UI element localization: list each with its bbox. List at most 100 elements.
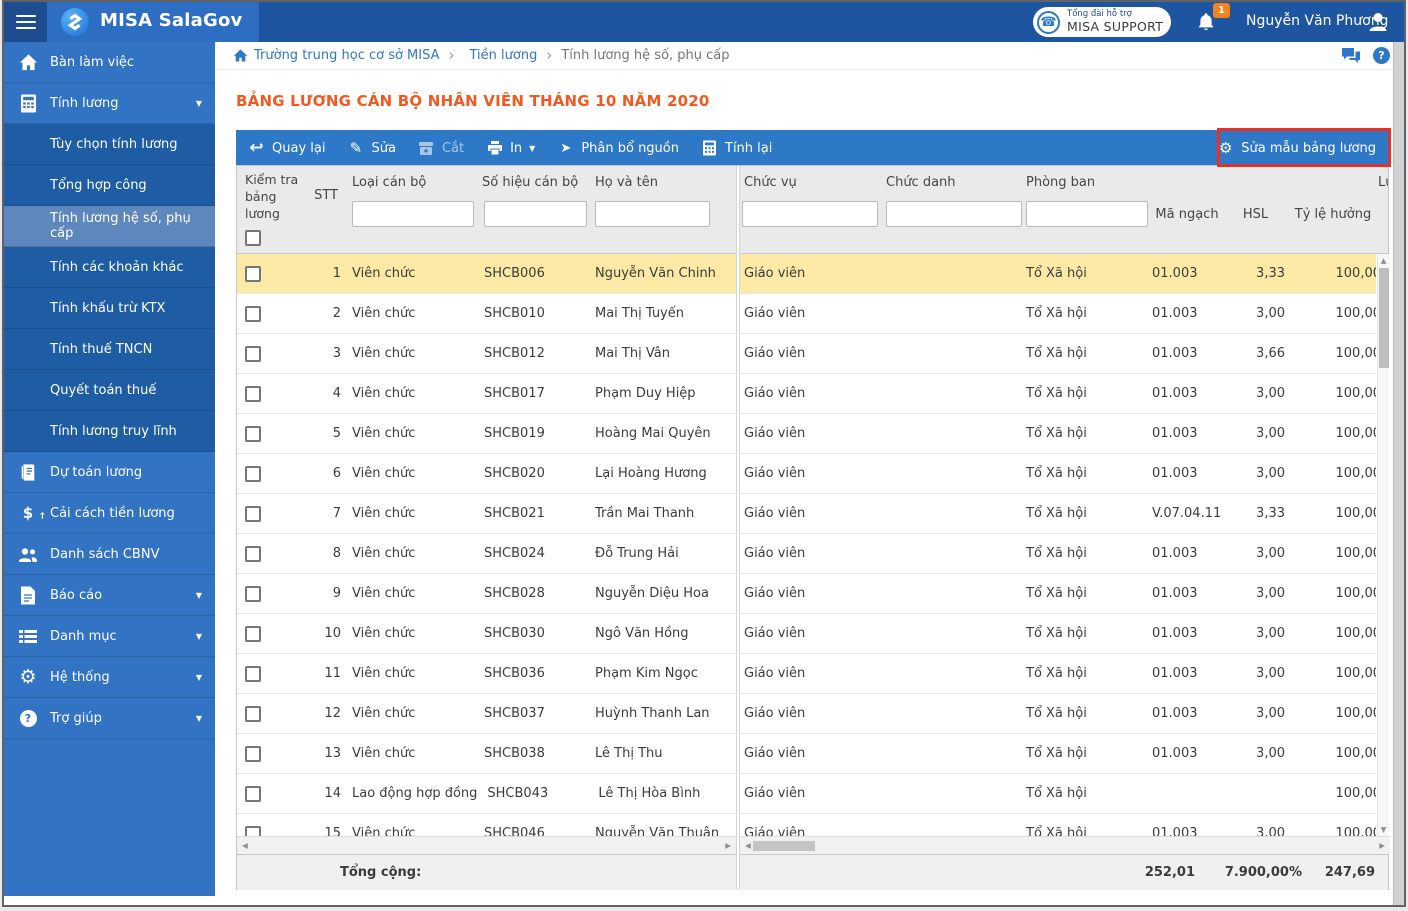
row-checkbox[interactable] xyxy=(245,626,261,642)
sidebar-item-categories[interactable]: Danh mục ▼ xyxy=(4,616,215,657)
sidebar-item-coefficient-allowance-salary[interactable]: Tính lương hệ số, phụ cấp xyxy=(4,206,215,247)
table-row[interactable]: 9Viên chứcSHCB028Nguyễn Diệu Hoa xyxy=(237,574,736,614)
scroll-down-icon[interactable]: ▼ xyxy=(1378,826,1389,834)
edit-salary-template-button[interactable]: ⚙ Sửa mẫu bảng lương xyxy=(1217,130,1376,166)
table-row-right[interactable]: Giáo viênTổ Xã hội01.0033,00100,00 xyxy=(740,734,1376,774)
cell-position: Giáo viên xyxy=(740,266,882,281)
vertical-scrollbar[interactable]: ▲ ▼ xyxy=(1377,254,1389,836)
table-row-right[interactable]: Giáo viênTổ Xã hội01.0033,00100,00 xyxy=(740,454,1376,494)
table-row-right[interactable]: Giáo viênTổ Xã hội01.0033,00100,00 xyxy=(740,694,1376,734)
table-row-right[interactable]: Giáo viênTổ Xã hội01.0033,00100,00 xyxy=(740,614,1376,654)
table-row-right[interactable]: Giáo viênTổ Xã hội01.0033,00100,00 xyxy=(740,574,1376,614)
sidebar-item-staff-list[interactable]: Danh sách CBNV xyxy=(4,534,215,575)
vertical-scrollbar-thumb[interactable] xyxy=(1379,268,1389,368)
avatar-icon xyxy=(1366,10,1390,34)
row-checkbox[interactable] xyxy=(245,666,261,682)
horizontal-scrollbar-left[interactable]: ◀ ▶ xyxy=(237,836,736,854)
table-row-right[interactable]: Giáo viênTổ Xã hội01.0033,00100,00 xyxy=(740,414,1376,454)
table-row[interactable]: 14Lao động hợp đồngSHCB043Lê Thị Hòa Bìn… xyxy=(237,774,736,814)
sidebar-item-attendance-summary[interactable]: Tổng hợp công xyxy=(4,165,215,206)
sidebar-item-ktx-deduction[interactable]: Tính khấu trừ KTX xyxy=(4,288,215,329)
row-checkbox[interactable] xyxy=(245,826,261,837)
row-checkbox[interactable] xyxy=(245,786,261,802)
row-checkbox[interactable] xyxy=(245,426,261,442)
scroll-left-icon[interactable]: ◀ xyxy=(242,842,248,850)
back-button[interactable]: ↩ Quay lại xyxy=(248,138,325,158)
table-row[interactable]: 13Viên chứcSHCB038Lê Thị Thu xyxy=(237,734,736,774)
table-row-right[interactable]: Giáo viênTổ Xã hộiV.07.04.113,33100,00 xyxy=(740,494,1376,534)
edit-button[interactable]: ✎ Sửa xyxy=(347,139,395,157)
sidebar-item-workspace[interactable]: Bàn làm việc xyxy=(4,42,215,83)
row-checkbox[interactable] xyxy=(245,586,261,602)
row-checkbox[interactable] xyxy=(245,506,261,522)
table-row-right[interactable]: Giáo viênTổ Xã hội01.0033,00100,00 xyxy=(740,654,1376,694)
sidebar-item-payroll-options[interactable]: Tùy chọn tính lương xyxy=(4,124,215,165)
breadcrumb-home-icon[interactable] xyxy=(233,48,248,63)
scroll-left-icon[interactable]: ◀ xyxy=(745,842,751,850)
user-avatar[interactable] xyxy=(1366,10,1390,34)
scroll-right-icon[interactable]: ▶ xyxy=(725,842,731,850)
breadcrumb-section[interactable]: Tiền lương xyxy=(470,48,538,63)
table-row[interactable]: 7Viên chứcSHCB021Trần Mai Thanh xyxy=(237,494,736,534)
hamburger-menu-button[interactable] xyxy=(4,2,47,42)
breadcrumb-root[interactable]: Trường trung học cơ sở MISA xyxy=(254,48,440,63)
horizontal-scrollbar-right[interactable]: ◀ ▶ xyxy=(740,836,1390,854)
scroll-up-icon[interactable]: ▲ xyxy=(1378,257,1389,265)
misa-support-button[interactable]: ☎ Tổng đài hỗ trợ MISA SUPPORT xyxy=(1033,7,1171,37)
cut-button[interactable]: Cắt xyxy=(418,141,464,156)
table-row[interactable]: 10Viên chứcSHCB030Ngô Văn Hồng xyxy=(237,614,736,654)
sidebar-item-payroll[interactable]: Tính lương ▼ xyxy=(4,83,215,124)
table-row-right[interactable]: Giáo viênTổ Xã hội01.0033,00100,00 xyxy=(740,294,1376,334)
row-checkbox[interactable] xyxy=(245,706,261,722)
sidebar-item-help[interactable]: ? Trợ giúp ▼ xyxy=(4,698,215,739)
table-row[interactable]: 2Viên chứcSHCB010Mai Thị Tuyến xyxy=(237,294,736,334)
row-checkbox[interactable] xyxy=(245,386,261,402)
sidebar-item-other-amounts[interactable]: Tính các khoản khác xyxy=(4,247,215,288)
sidebar-item-system[interactable]: ⚙ Hệ thống ▼ xyxy=(4,657,215,698)
table-row[interactable]: 6Viên chứcSHCB020Lại Hoàng Hương xyxy=(237,454,736,494)
table-row[interactable]: 8Viên chứcSHCB024Đỗ Trung Hải xyxy=(237,534,736,574)
select-all-checkbox[interactable] xyxy=(245,230,261,246)
table-row[interactable]: 1Viên chứcSHCB006Nguyễn Văn Chinh xyxy=(237,254,736,294)
sidebar-item-back-pay[interactable]: Tính lương truy lĩnh xyxy=(4,411,215,452)
table-row[interactable]: 15Viên chứcSHCB046Nguyễn Văn Thuận xyxy=(237,814,736,836)
table-row-right[interactable]: Giáo viênTổ Xã hội01.0033,66100,00 xyxy=(740,334,1376,374)
table-row[interactable]: 4Viên chứcSHCB017Phạm Duy Hiệp xyxy=(237,374,736,414)
table-row[interactable]: 12Viên chứcSHCB037Huỳnh Thanh Lan xyxy=(237,694,736,734)
filter-staff-type-input[interactable] xyxy=(352,201,474,227)
sidebar-item-salary-budget[interactable]: Dự toán lương xyxy=(4,452,215,493)
filter-staff-id-input[interactable] xyxy=(484,201,587,227)
print-button[interactable]: In ▼ xyxy=(486,141,535,156)
help-icon[interactable]: ? xyxy=(1373,47,1390,64)
row-checkbox[interactable] xyxy=(245,746,261,762)
row-checkbox[interactable] xyxy=(245,266,261,282)
table-row-right[interactable]: Giáo viênTổ Xã hội01.0033,00100,00 xyxy=(740,814,1376,836)
row-checkbox[interactable] xyxy=(245,546,261,562)
filter-position-input[interactable] xyxy=(742,201,878,227)
table-row-right[interactable]: Giáo viênTổ Xã hội01.0033,33100,00 xyxy=(740,254,1376,294)
filter-department-input[interactable] xyxy=(1026,201,1148,227)
table-row[interactable]: 11Viên chứcSHCB036Phạm Kim Ngọc xyxy=(237,654,736,694)
sidebar-item-reports[interactable]: Báo cáo ▼ xyxy=(4,575,215,616)
row-checkbox[interactable] xyxy=(245,346,261,362)
filter-title-input[interactable] xyxy=(886,201,1022,227)
sidebar-item-pit-tax[interactable]: Tính thuế TNCN xyxy=(4,329,215,370)
table-row[interactable]: 3Viên chứcSHCB012Mai Thị Vân xyxy=(237,334,736,374)
row-checkbox[interactable] xyxy=(245,306,261,322)
row-checkbox[interactable] xyxy=(245,466,261,482)
table-row-right[interactable]: Giáo viênTổ Xã hội100,00 xyxy=(740,774,1376,814)
breadcrumb-separator: › xyxy=(546,48,552,63)
allocate-source-button[interactable]: ➤ Phân bổ nguồn xyxy=(557,141,679,156)
scroll-right-icon[interactable]: ▶ xyxy=(1379,842,1385,850)
table-row-right[interactable]: Giáo viênTổ Xã hội01.0033,00100,00 xyxy=(740,534,1376,574)
sidebar-item-tax-settlement[interactable]: Quyết toán thuế xyxy=(4,370,215,411)
recalculate-button[interactable]: Tính lại xyxy=(701,140,772,156)
table-row[interactable]: 5Viên chứcSHCB019Hoàng Mai Quyên xyxy=(237,414,736,454)
feedback-chat-icon[interactable] xyxy=(1341,47,1361,64)
table-row-right[interactable]: Giáo viênTổ Xã hội01.0033,00100,00 xyxy=(740,374,1376,414)
window-scrollbar-gutter[interactable] xyxy=(1393,42,1404,905)
cell-staff-id: SHCB010 xyxy=(474,306,587,321)
sidebar-item-salary-reform[interactable]: $↑ Cải cách tiền lương xyxy=(4,493,215,534)
filter-full-name-input[interactable] xyxy=(595,201,710,227)
horizontal-scrollbar-thumb[interactable] xyxy=(753,841,815,851)
